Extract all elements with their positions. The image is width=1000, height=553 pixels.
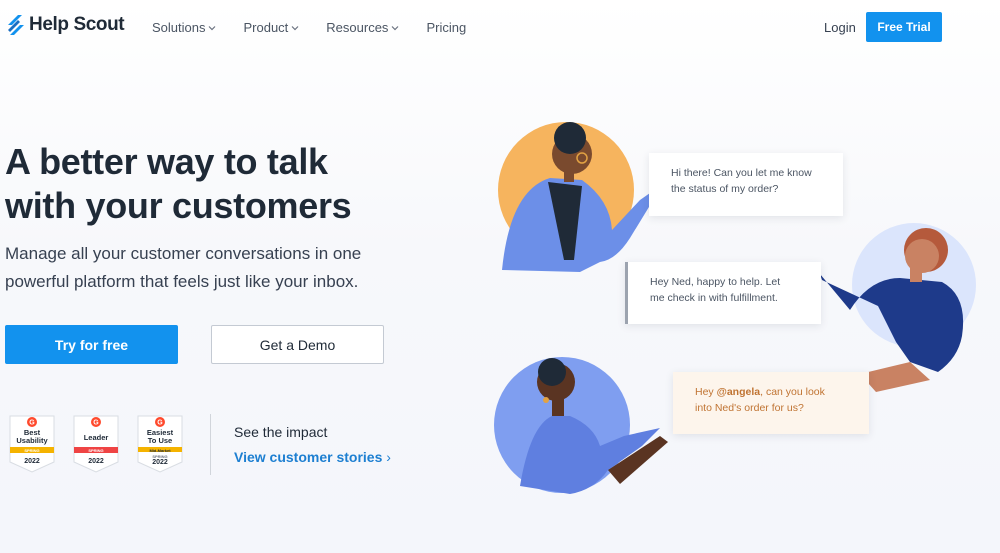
free-trial-button[interactable]: Free Trial [866, 12, 942, 42]
g2-badge-best-usability[interactable]: G Best Usability SPRING 2022 [7, 414, 57, 474]
site-header: Help Scout Solutions Product Resources P… [0, 0, 1000, 56]
nav-item-label: Product [243, 20, 289, 35]
badge-title: Easiest To Use [135, 429, 185, 445]
bubble-line: the status of my order? [671, 183, 779, 195]
badge-title-line: Usability [16, 436, 48, 445]
stories-link-label: View customer stories [234, 449, 383, 465]
badges-divider [210, 414, 211, 475]
badge-title: Best Usability [7, 429, 57, 445]
hero-headline: A better way to talk with your customers [5, 140, 352, 228]
svg-text:G: G [29, 420, 35, 427]
hero-subtext: Manage all your customer conversations i… [5, 240, 361, 296]
subtext-line: powerful platform that feels just like y… [5, 272, 359, 291]
chevron-down-icon [209, 25, 216, 30]
mention-tag: @angela [716, 386, 761, 398]
g2-badge-easiest-to-use[interactable]: G Easiest To Use Mid-Market SPRING 2022 [135, 414, 185, 474]
nav-item-pricing[interactable]: Pricing [426, 20, 466, 35]
g2-badge-leader[interactable]: G Leader SPRING 2022 [71, 414, 121, 474]
chevron-down-icon [291, 25, 299, 30]
g2-logo-icon: G [27, 417, 37, 427]
chat-bubble-customer: Hi there! Can you let me know the status… [649, 153, 843, 216]
badge-year: 2022 [24, 458, 40, 465]
nav-item-label: Solutions [152, 20, 206, 35]
nav-item-product[interactable]: Product [243, 20, 299, 35]
impact-label: See the impact [234, 424, 328, 440]
g2-logo-icon: G [155, 417, 165, 427]
headline-line: A better way to talk [5, 141, 328, 182]
main-nav: Solutions Product Resources Pricing [152, 20, 466, 35]
nav-item-resources[interactable]: Resources [326, 20, 399, 35]
g2-logo-icon: G [91, 417, 101, 427]
nav-item-label: Resources [326, 20, 389, 35]
badge-year: 2022 [88, 458, 104, 465]
view-customer-stories-link[interactable]: View customer stories › [234, 449, 391, 465]
nav-item-solutions[interactable]: Solutions [152, 20, 216, 35]
headline-line: with your customers [5, 185, 352, 226]
logo[interactable]: Help Scout [6, 13, 125, 37]
bubble-line: Hey @angela, can you look [695, 384, 851, 400]
badge-ribbon: SPRING [88, 448, 104, 453]
chat-bubble-agent: Hey Ned, happy to help. Let me check in … [625, 262, 821, 324]
badge-ribbon: Mid-Market [149, 447, 171, 453]
get-a-demo-button[interactable]: Get a Demo [211, 325, 384, 364]
bubble-line: into Ned's order for us? [695, 402, 804, 414]
bubble-line: me check in with fulfillment. [650, 292, 778, 304]
person-two-icon [820, 274, 964, 372]
chevron-right-icon: › [386, 449, 391, 465]
chat-bubble-internal-note: Hey @angela, can you look into Ned's ord… [673, 372, 869, 434]
svg-text:G: G [157, 420, 163, 427]
badge-title: Leader [83, 433, 109, 442]
help-scout-logo-icon [8, 15, 24, 35]
bubble-line: Hi there! Can you let me know [671, 167, 812, 179]
login-link[interactable]: Login [824, 20, 856, 35]
bubble-line: Hey Ned, happy to help. Let [650, 276, 781, 288]
svg-text:G: G [93, 420, 99, 427]
badge-title-line: To Use [147, 436, 173, 445]
note-suffix: , can you look [760, 386, 825, 398]
chevron-down-icon [392, 25, 399, 30]
subtext-line: Manage all your customer conversations i… [5, 244, 362, 263]
note-prefix: Hey [695, 386, 717, 398]
try-for-free-button[interactable]: Try for free [5, 325, 178, 364]
badge-ribbon: SPRING [24, 448, 40, 453]
nav-item-label: Pricing [426, 20, 467, 35]
conversation-illustration: Hi there! Can you let me know the status… [490, 110, 1000, 510]
badge-year: 2022 [152, 459, 168, 466]
brand-name: Help Scout [29, 14, 125, 35]
